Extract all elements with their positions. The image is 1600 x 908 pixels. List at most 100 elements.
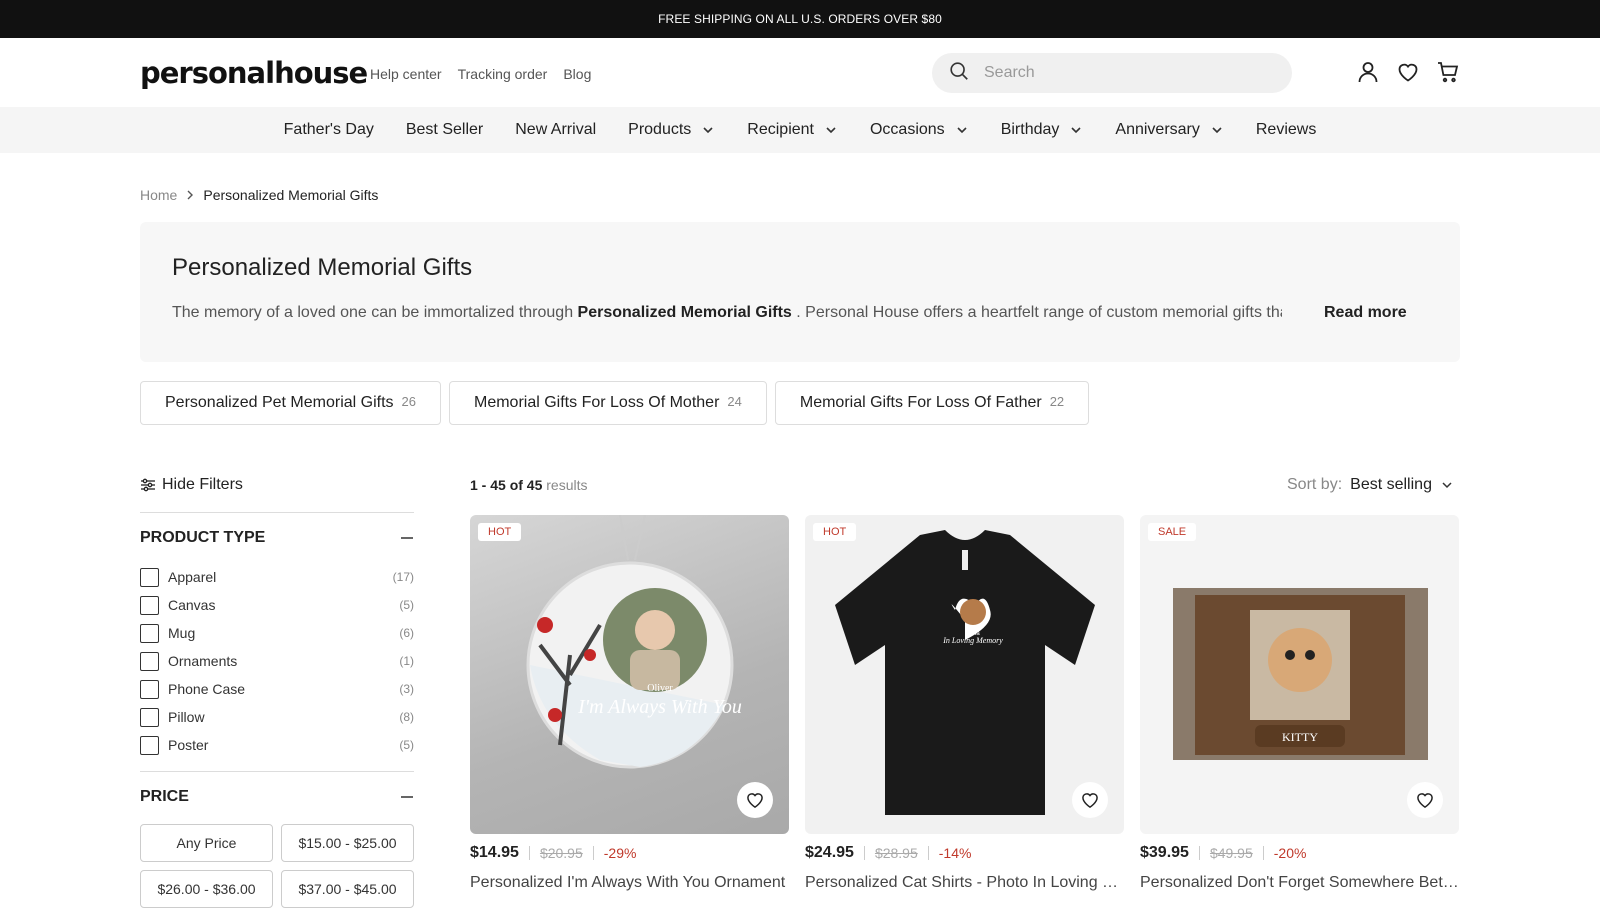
site-logo[interactable]: personalhouse <box>140 56 368 90</box>
collection-intro: Personalized Memorial Gifts The memory o… <box>140 222 1460 362</box>
nav-best-seller[interactable]: Best Seller <box>406 121 483 139</box>
filter-count: (17) <box>392 570 414 584</box>
nav-anniversary[interactable]: Anniversary <box>1115 121 1223 139</box>
collapse-icon[interactable] <box>400 790 414 804</box>
filter-option-ornaments[interactable]: Ornaments (1) <box>140 647 414 675</box>
checkbox[interactable] <box>140 651 159 671</box>
nav-reviews[interactable]: Reviews <box>1256 121 1316 139</box>
filter-option-canvas[interactable]: Canvas (5) <box>140 591 414 619</box>
hide-filters-button[interactable]: Hide Filters <box>140 476 243 494</box>
filter-label: Phone Case <box>168 681 246 697</box>
main-nav: Father's Day Best Seller New Arrival Pro… <box>0 107 1600 153</box>
product-type-header[interactable]: PRODUCT TYPE <box>140 513 414 563</box>
filter-count: (6) <box>399 626 414 640</box>
description-text-end: . Personal House offers a heartfelt rang… <box>791 304 1282 321</box>
price-37-45-button[interactable]: $37.00 - $45.00 <box>281 870 414 908</box>
chip-loss-of-mother[interactable]: Memorial Gifts For Loss Of Mother 24 <box>449 381 767 425</box>
chevron-down-icon <box>1071 127 1081 134</box>
nav-label: Father's Day <box>283 121 374 138</box>
chevron-down-icon <box>826 127 836 134</box>
chevron-down-icon <box>957 127 967 134</box>
filter-option-poster[interactable]: Poster (5) <box>140 731 414 759</box>
user-icon[interactable] <box>1356 60 1380 84</box>
product-title[interactable]: Personalized I'm Always With You Ornamen… <box>470 874 789 892</box>
chip-count: 24 <box>727 393 742 409</box>
filter-label: Apparel <box>168 569 217 585</box>
nav-products[interactable]: Products <box>628 121 715 139</box>
wishlist-button[interactable] <box>737 782 773 818</box>
product-card[interactable]: KITTY SALE $39.95 $49.95 -20% Personaliz… <box>1140 515 1459 892</box>
tracking-order-link[interactable]: Tracking order <box>458 66 548 82</box>
cart-icon[interactable] <box>1436 60 1460 84</box>
nav-label: Birthday <box>1000 121 1060 138</box>
filter-option-mug[interactable]: Mug (6) <box>140 619 414 647</box>
nav-new-arrival[interactable]: New Arrival <box>515 121 596 139</box>
sort-dropdown[interactable]: Sort by: Best selling <box>1287 476 1454 494</box>
product-grid: I'm Always With You Oliver HOT $14.95 $2… <box>470 515 1459 892</box>
search-icon[interactable] <box>948 60 970 87</box>
hide-filters-label: Hide Filters <box>162 476 243 493</box>
price-row: $39.95 $49.95 -20% <box>1140 844 1459 862</box>
checkbox[interactable] <box>140 595 159 615</box>
checkbox[interactable] <box>140 707 159 727</box>
header-icons <box>1356 60 1460 84</box>
results-count: 1 - 45 of 45 results <box>470 477 588 493</box>
filter-option-pillow[interactable]: Pillow (8) <box>140 703 414 731</box>
price-15-25-button[interactable]: $15.00 - $25.00 <box>281 824 414 862</box>
search-bar[interactable] <box>932 53 1292 93</box>
filter-count: (5) <box>399 738 414 752</box>
chip-count: 26 <box>401 393 416 409</box>
heart-icon <box>1082 793 1098 808</box>
help-center-link[interactable]: Help center <box>370 66 442 82</box>
product-image[interactable]: I'm Always With You Oliver HOT <box>470 515 789 834</box>
filter-icon <box>141 478 155 492</box>
checkbox[interactable] <box>140 567 159 587</box>
nav-recipient[interactable]: Recipient <box>747 121 838 139</box>
results-suffix: results <box>542 477 588 493</box>
checkbox[interactable] <box>140 679 159 699</box>
chevron-down-icon <box>703 127 713 134</box>
chevron-down-icon <box>1212 127 1222 134</box>
read-more-link[interactable]: Read more <box>1324 304 1407 322</box>
chip-pet-memorial[interactable]: Personalized Pet Memorial Gifts 26 <box>140 381 441 425</box>
filter-label: Poster <box>168 737 209 753</box>
breadcrumb: Home Personalized Memorial Gifts <box>140 187 378 203</box>
filter-label: Pillow <box>168 709 205 725</box>
filter-option-phone-case[interactable]: Phone Case (3) <box>140 675 414 703</box>
nav-label: Products <box>628 121 692 138</box>
heart-icon[interactable] <box>1396 60 1420 84</box>
nav-fathers-day[interactable]: Father's Day <box>284 121 374 139</box>
wishlist-button[interactable] <box>1072 782 1108 818</box>
product-image[interactable]: Luna In Loving Memory HOT <box>805 515 1124 834</box>
product-card[interactable]: I'm Always With You Oliver HOT $14.95 $2… <box>470 515 789 892</box>
price-any-button[interactable]: Any Price <box>140 824 273 862</box>
checkbox[interactable] <box>140 735 159 755</box>
blog-link[interactable]: Blog <box>563 66 591 82</box>
nav-occasions[interactable]: Occasions <box>870 121 969 139</box>
filter-label: Ornaments <box>168 653 238 669</box>
chip-loss-of-father[interactable]: Memorial Gifts For Loss Of Father 22 <box>774 381 1090 425</box>
shipping-banner-text: FREE SHIPPING ON ALL U.S. ORDERS OVER $8… <box>658 12 942 26</box>
original-price: $28.95 <box>874 845 918 861</box>
nav-label: Reviews <box>1255 121 1317 138</box>
breadcrumb-home[interactable]: Home <box>140 187 177 203</box>
filter-count: (8) <box>399 710 414 724</box>
description-text: The memory of a loved one can be immorta… <box>172 304 578 321</box>
nav-birthday[interactable]: Birthday <box>1001 121 1084 139</box>
product-badge: HOT <box>478 523 522 541</box>
product-card[interactable]: Luna In Loving Memory HOT $24.95 $28.95 … <box>805 515 1124 892</box>
discount-percent: -20% <box>1273 845 1307 861</box>
nav-label: Anniversary <box>1115 121 1200 138</box>
product-image[interactable]: KITTY SALE <box>1140 515 1459 834</box>
product-badge: SALE <box>1148 523 1197 541</box>
price-header[interactable]: PRICE <box>140 772 414 822</box>
price-26-36-button[interactable]: $26.00 - $36.00 <box>140 870 273 908</box>
product-title[interactable]: Personalized Don't Forget Somewhere Betw… <box>1140 874 1459 892</box>
collapse-icon[interactable] <box>400 531 414 545</box>
header-links: Help center Tracking order Blog <box>370 66 591 82</box>
wishlist-button[interactable] <box>1407 782 1443 818</box>
product-title[interactable]: Personalized Cat Shirts - Photo In Lovin… <box>805 874 1124 892</box>
search-input[interactable] <box>984 64 1264 82</box>
filter-option-apparel[interactable]: Apparel (17) <box>140 563 414 591</box>
checkbox[interactable] <box>140 623 159 643</box>
